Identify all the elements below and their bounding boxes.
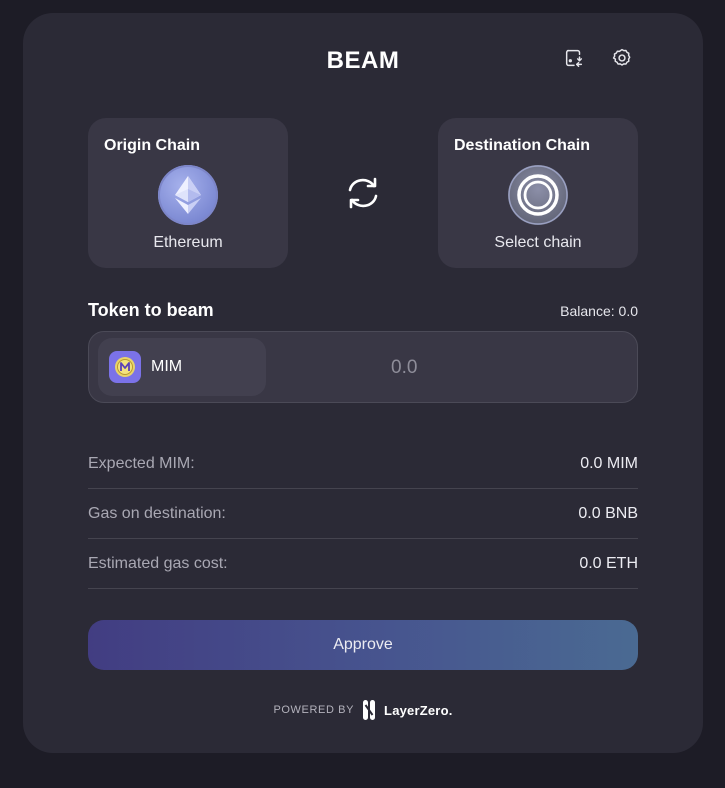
info-key: Estimated gas cost: (88, 555, 228, 572)
balance-text: Balance: 0.0 (560, 303, 638, 319)
beam-card: BEAM Origin Chain Ethereum Destination C… (23, 13, 703, 753)
wallet-swap-icon[interactable] (561, 45, 587, 71)
destination-chain-name: Select chain (494, 234, 582, 251)
ethereum-logo-icon (158, 165, 218, 225)
info-value: 0.0 MIM (580, 455, 638, 472)
token-to-beam-label: Token to beam (88, 300, 214, 320)
layerzero-logo-icon (362, 699, 376, 721)
amount-input[interactable] (279, 348, 619, 388)
token-input-row: MIM (88, 331, 638, 403)
token-symbol: MIM (151, 358, 183, 375)
ring-placeholder-icon (508, 165, 568, 225)
swap-arrows-icon[interactable] (340, 173, 386, 213)
layerzero-brand: LayerZero. (384, 702, 453, 718)
page-title: BEAM (326, 47, 400, 74)
origin-chain-name: Ethereum (153, 234, 223, 251)
info-value: 0.0 BNB (578, 505, 638, 522)
token-selector[interactable]: MIM (98, 338, 266, 396)
origin-chain-selector[interactable]: Origin Chain Ethereum (88, 118, 288, 268)
info-key: Expected MIM: (88, 455, 195, 472)
powered-by-text: POWERED BY (273, 704, 355, 716)
estimated-gas-cost-row: Estimated gas cost: 0.0 ETH (88, 539, 638, 589)
expected-mim-row: Expected MIM: 0.0 MIM (88, 439, 638, 489)
origin-chain-label: Origin Chain (104, 137, 200, 154)
destination-chain-label: Destination Chain (454, 137, 591, 154)
info-key: Gas on destination: (88, 505, 226, 522)
destination-chain-selector[interactable]: Destination Chain Select chain (438, 118, 638, 268)
approve-button[interactable]: Approve (88, 620, 638, 670)
gas-on-destination-row: Gas on destination: 0.0 BNB (88, 489, 638, 539)
gear-icon[interactable] (609, 45, 635, 71)
info-value: 0.0 ETH (579, 555, 638, 572)
powered-by-footer: POWERED BY LayerZero. (23, 699, 703, 721)
mim-token-icon (109, 351, 141, 383)
